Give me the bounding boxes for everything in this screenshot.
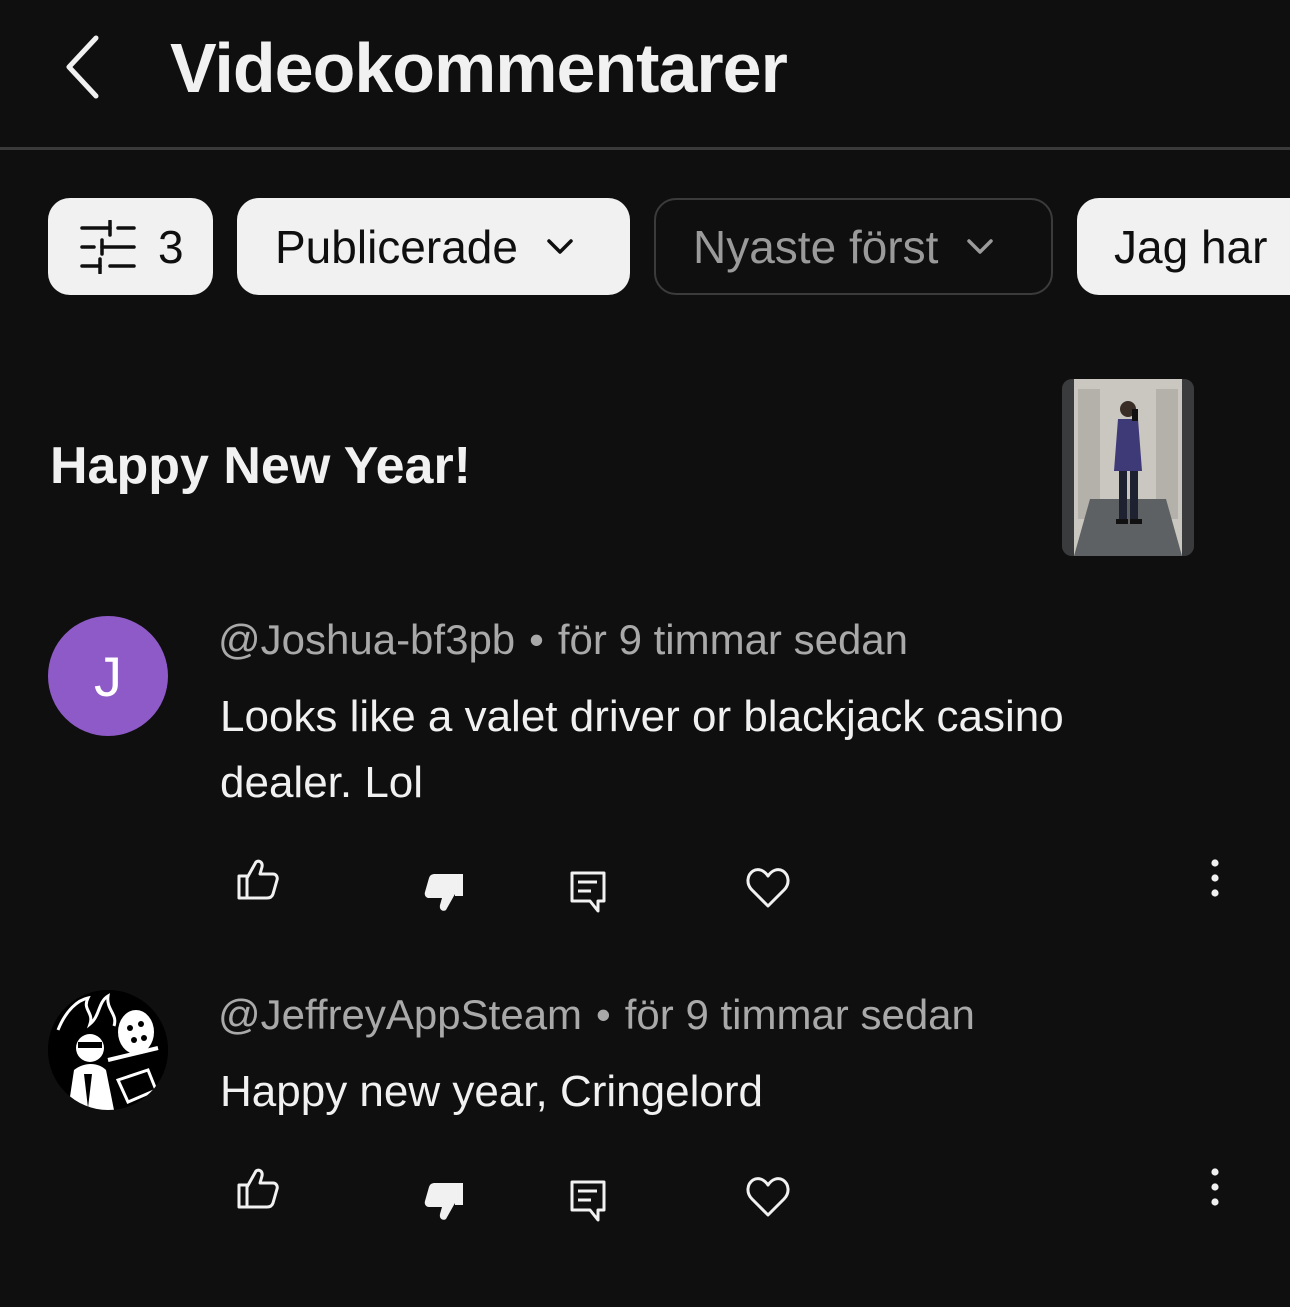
avatar[interactable]: J — [48, 616, 168, 736]
i-have-filter-label: Jag har — [1114, 220, 1268, 273]
chevron-left-icon — [66, 35, 99, 99]
video-title: Happy New Year! — [50, 437, 472, 495]
video-thumbnail[interactable] — [1062, 379, 1194, 556]
published-filter-chip[interactable]: Publicerade — [237, 198, 630, 295]
sort-label: Nyaste först — [693, 220, 939, 273]
chevron-down-icon — [547, 238, 573, 254]
more-vertical-icon — [1211, 859, 1219, 897]
reply-icon — [570, 871, 606, 913]
comment-text: Happy new year, Cringelord — [220, 1067, 763, 1116]
comment-author[interactable]: @Joshua-bf3pb — [218, 616, 515, 663]
avatar[interactable] — [48, 990, 168, 1110]
heart-icon — [746, 1177, 790, 1217]
dislike-button[interactable] — [422, 1181, 466, 1223]
comment-author[interactable]: @JeffreyAppSteam — [218, 991, 582, 1038]
comment-meta: @JeffreyAppSteam • för 9 timmar sedan — [218, 991, 975, 1039]
thumbs-up-icon — [237, 1168, 279, 1209]
filter-chip-bar: 3 Publicerade Nyaste först Jag har — [0, 198, 1290, 296]
like-button[interactable] — [236, 858, 280, 900]
thumbs-down-icon — [424, 874, 463, 911]
page-title: Videokommentarer — [170, 29, 788, 107]
comment-time: för 9 timmar sedan — [624, 991, 975, 1038]
meta-separator: • — [596, 991, 611, 1038]
more-options-button[interactable] — [1205, 1167, 1225, 1207]
i-have-filter-chip[interactable]: Jag har — [1077, 198, 1290, 295]
avatar-letter: J — [94, 644, 122, 708]
published-filter-label: Publicerade — [275, 220, 518, 273]
more-options-button[interactable] — [1205, 858, 1225, 898]
filter-chip[interactable]: 3 — [48, 198, 213, 295]
heart-button[interactable] — [746, 1175, 790, 1219]
dislike-button[interactable] — [422, 872, 466, 914]
back-button[interactable] — [52, 30, 116, 104]
like-button[interactable] — [236, 1167, 280, 1209]
comment-meta: @Joshua-bf3pb • för 9 timmar sedan — [218, 616, 908, 664]
app-header: Videokommentarer — [0, 0, 1290, 150]
sliders-icon — [80, 219, 136, 274]
reply-button[interactable] — [569, 1179, 607, 1223]
more-vertical-icon — [1211, 1168, 1219, 1206]
sort-chip[interactable]: Nyaste först — [654, 198, 1053, 295]
reply-button[interactable] — [569, 870, 607, 914]
thumbs-down-icon — [424, 1183, 463, 1220]
avatar-image — [48, 990, 168, 1110]
heart-button[interactable] — [746, 866, 790, 910]
reply-icon — [570, 1180, 606, 1222]
heart-icon — [746, 868, 790, 908]
thumbs-up-icon — [237, 859, 279, 900]
filter-count: 3 — [158, 220, 184, 273]
chevron-down-icon — [967, 238, 994, 254]
comment-text: Looks like a valet driver or blackjack c… — [220, 692, 1064, 807]
meta-separator: • — [529, 616, 544, 663]
thumbnail-image — [1062, 379, 1194, 556]
comment-time: för 9 timmar sedan — [557, 616, 909, 663]
